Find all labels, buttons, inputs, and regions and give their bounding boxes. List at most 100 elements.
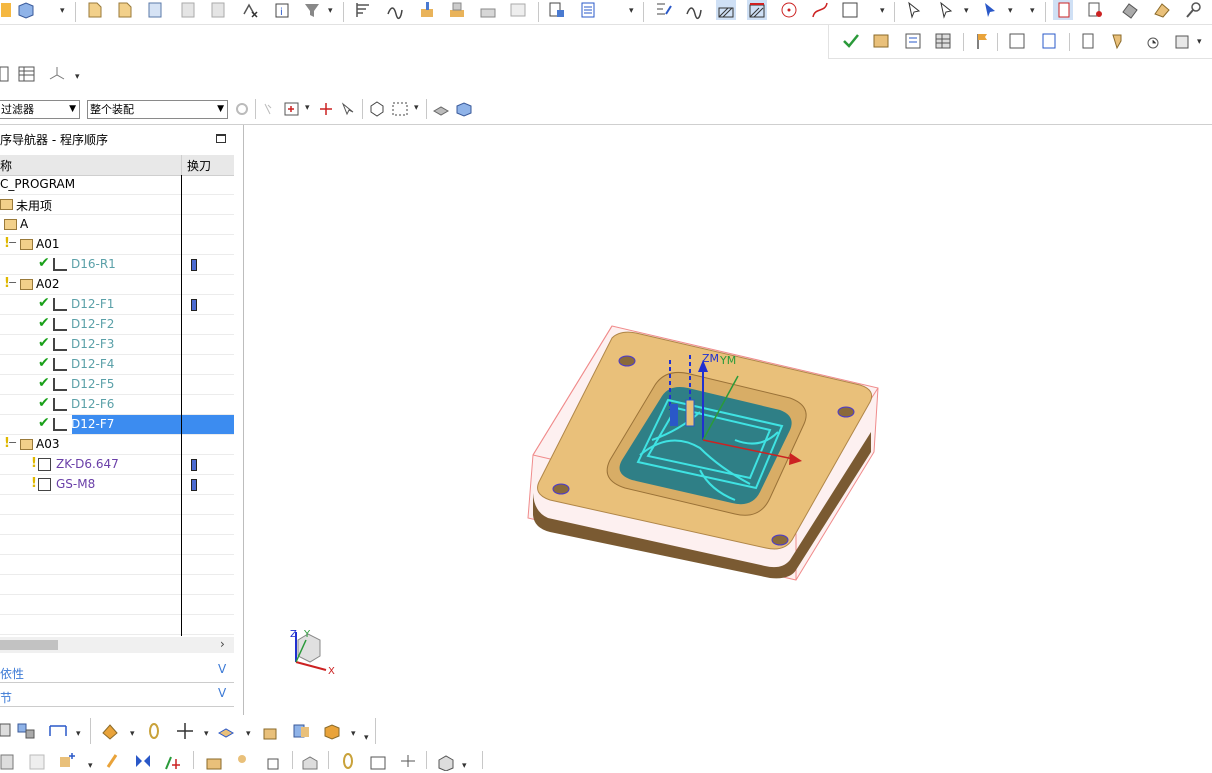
create-geometry-icon[interactable] <box>178 0 198 20</box>
tool-holder-icon[interactable] <box>1109 31 1129 51</box>
time-icon[interactable] <box>1141 31 1161 51</box>
output-cls-icon[interactable] <box>547 0 567 20</box>
chevron-down-icon[interactable]: ▾ <box>414 103 419 113</box>
verify-toolpath-icon[interactable] <box>417 0 437 20</box>
small-tree-icon[interactable] <box>234 751 254 771</box>
small-part-icon[interactable] <box>0 753 20 773</box>
doc-icon[interactable] <box>1007 31 1027 51</box>
tool-list-icon[interactable] <box>871 31 891 51</box>
tree-row[interactable]: 未用项 <box>0 195 234 215</box>
tree-row[interactable]: ! ZK-D6.647 <box>0 455 234 475</box>
chevron-down-icon[interactable]: ▾ <box>1008 6 1013 16</box>
small-pin-icon[interactable] <box>338 751 358 771</box>
flag-icon[interactable] <box>973 31 993 51</box>
small-align-icon[interactable] <box>398 751 418 771</box>
boundary-icon[interactable] <box>840 0 860 20</box>
shaded-view-icon[interactable] <box>431 99 451 119</box>
small-gauge-icon[interactable] <box>368 751 388 771</box>
link-icon[interactable] <box>144 721 164 741</box>
geometry-view-icon[interactable] <box>1120 0 1140 20</box>
chevron-down-icon[interactable]: ▾ <box>204 729 209 739</box>
rect-select-icon[interactable] <box>390 99 410 119</box>
postprocess-icon[interactable] <box>478 0 498 20</box>
block-icon[interactable] <box>260 721 280 741</box>
column-divider[interactable] <box>181 155 182 175</box>
select-blue-icon[interactable] <box>980 0 1000 20</box>
hatch-icon[interactable] <box>716 0 736 20</box>
shop-doc-icon[interactable] <box>508 0 528 20</box>
tree-row[interactable]: ✔ D12-F7 <box>0 415 234 435</box>
model-view[interactable]: ZM YM Z Y X <box>244 125 1212 715</box>
graphics-window[interactable]: ZM YM Z Y X <box>244 125 1212 715</box>
chevron-down-icon[interactable]: ▾ <box>364 733 369 743</box>
small-snap-icon[interactable] <box>162 751 182 771</box>
deselect-icon[interactable] <box>339 99 359 119</box>
chevron-down-icon[interactable]: ▾ <box>75 72 80 82</box>
chevron-down-icon[interactable]: ▾ <box>76 729 81 739</box>
chevron-down-icon[interactable]: ▾ <box>1197 37 1202 47</box>
intersection-icon[interactable] <box>316 99 336 119</box>
hatch-red-icon[interactable] <box>747 0 767 20</box>
chevron-down-icon[interactable]: ▾ <box>130 729 135 739</box>
chevron-down-icon[interactable]: ▾ <box>880 6 885 16</box>
edit-object-icon[interactable] <box>654 0 674 20</box>
properties-icon[interactable] <box>1077 31 1097 51</box>
chevron-down-icon[interactable]: ▾ <box>462 761 467 771</box>
chevron-down-icon[interactable]: ▾ <box>964 6 969 16</box>
tree-row[interactable]: ✔ D12-F1 <box>0 295 234 315</box>
program-view-icon[interactable] <box>1053 0 1073 20</box>
view-triad[interactable] <box>295 632 327 671</box>
tree-icon[interactable] <box>903 31 923 51</box>
list-toolpath-icon[interactable] <box>578 0 598 20</box>
scroll-right-icon[interactable]: › <box>220 637 225 651</box>
tree-row[interactable]: ✔ D12-F5 <box>0 375 234 395</box>
small-box-icon[interactable] <box>300 751 320 771</box>
tree-row[interactable]: −! A03 <box>0 435 234 455</box>
simulate-machine-icon[interactable] <box>447 0 467 20</box>
curve-icon[interactable] <box>810 0 830 20</box>
info-icon[interactable]: i <box>272 0 292 20</box>
select-filter-icon[interactable] <box>936 0 956 20</box>
chevron-down-icon[interactable]: ▾ <box>88 761 93 771</box>
view-orient-icon[interactable] <box>100 721 120 741</box>
fixture-icon[interactable] <box>48 720 68 740</box>
chevron-down-icon[interactable]: ▾ <box>629 6 634 16</box>
checkmark-icon[interactable] <box>841 31 861 51</box>
table-icon[interactable] <box>933 31 953 51</box>
details-panel[interactable]: 节 V <box>0 686 234 707</box>
report-icon[interactable] <box>1039 31 1059 51</box>
small-add-icon[interactable] <box>58 751 78 771</box>
box-icon[interactable] <box>322 721 342 741</box>
dependencies-panel[interactable]: 依性 V <box>0 662 234 683</box>
snap-settings-icon[interactable] <box>232 99 252 119</box>
small-cube-icon[interactable] <box>436 751 456 771</box>
select-icon[interactable] <box>904 0 924 20</box>
create-tool-icon[interactable] <box>145 0 165 20</box>
small-link-icon[interactable] <box>264 751 284 771</box>
small-extrude-icon[interactable] <box>104 751 124 771</box>
type-filter-select[interactable]: 过滤器 ▼ <box>0 100 80 119</box>
tree-row[interactable]: C_PROGRAM <box>0 175 234 195</box>
tree-row[interactable]: −! A02 <box>0 275 234 295</box>
polygon-select-icon[interactable] <box>367 99 387 119</box>
generate-toolpath-icon[interactable] <box>353 0 373 20</box>
spreadsheet-icon[interactable] <box>17 64 37 84</box>
cylinder-icon[interactable] <box>291 721 311 741</box>
tree-row[interactable]: ✔ D12-F2 <box>0 315 234 335</box>
tree-row[interactable]: −! A01 <box>0 235 234 255</box>
target-icon[interactable] <box>779 0 799 20</box>
part-icon[interactable] <box>16 0 36 20</box>
chevron-down-icon[interactable]: ▾ <box>305 103 310 113</box>
filter-icon[interactable] <box>302 0 322 20</box>
create-operation-icon[interactable] <box>85 0 105 20</box>
tree-row[interactable]: !A <box>0 215 234 235</box>
create-program-icon[interactable] <box>115 0 135 20</box>
replay-toolpath-icon[interactable] <box>385 0 405 20</box>
delete-icon[interactable] <box>240 0 260 20</box>
tool-view-icon[interactable] <box>1085 0 1105 20</box>
scrollbar-thumb[interactable] <box>0 640 58 650</box>
column-header-name[interactable]: 称 <box>0 157 12 174</box>
tree-row[interactable]: ✔ D12-F3 <box>0 335 234 355</box>
snap-point-icon[interactable] <box>282 99 302 119</box>
chevron-down-icon[interactable]: ▾ <box>328 6 333 16</box>
